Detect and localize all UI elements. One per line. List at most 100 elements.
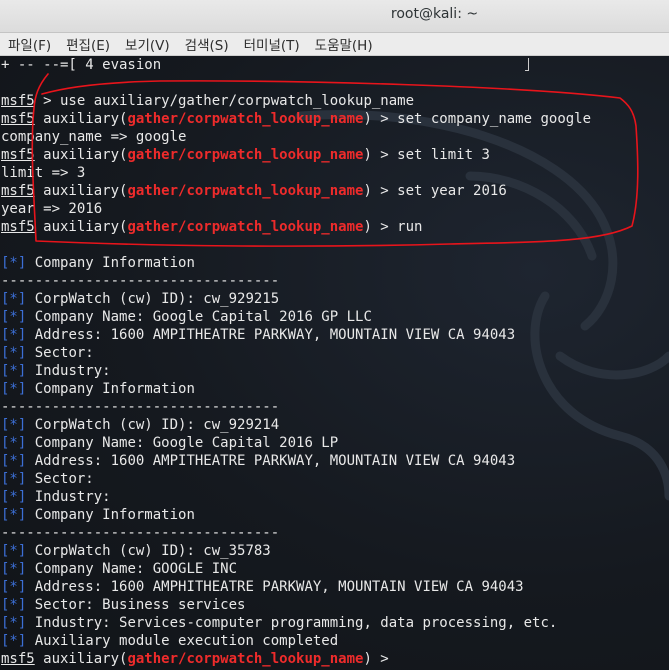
terminal-line: msf5 > use auxiliary/gather/corpwatch_lo…: [1, 92, 591, 110]
terminal-line: [*] Sector:: [1, 470, 591, 488]
status-marker: [*]: [1, 633, 27, 649]
module-name: gather/corpwatch_lookup_name: [127, 651, 364, 667]
line-text: CorpWatch (cw) ID): cw_929214: [26, 417, 280, 433]
terminal-line: msf5 auxiliary(gather/corpwatch_lookup_n…: [1, 218, 591, 236]
terminal-line: [*] Company Name: Google Capital 2016 GP…: [1, 308, 591, 326]
line-text: Industry: Services-computer programming,…: [26, 615, 558, 631]
terminal-line: [*] Address: 1600 AMPITHEATRE PARKWAY, M…: [1, 326, 591, 344]
module-name: gather/corpwatch_lookup_name: [127, 111, 364, 127]
line-text: ) > set limit 3: [363, 147, 490, 163]
line-text: ) >: [363, 651, 398, 667]
status-marker: [*]: [1, 507, 27, 523]
prompt-label: msf5: [1, 651, 35, 667]
terminal-output[interactable]: + -- --=[ 4 evasion msf5 > use auxiliary/…: [0, 56, 669, 670]
terminal-line: [*] Company Name: GOOGLE INC: [1, 560, 591, 578]
module-name: gather/corpwatch_lookup_name: [127, 147, 364, 163]
terminal-line: [*] CorpWatch (cw) ID): cw_929215: [1, 290, 591, 308]
menu-help[interactable]: 도움말(H): [307, 34, 380, 54]
prompt-label: msf5: [1, 183, 35, 199]
prompt-label: msf5: [1, 147, 35, 163]
terminal-line: [*] Sector:: [1, 344, 591, 362]
terminal-line: [*] Industry: Services-computer programm…: [1, 614, 591, 632]
terminal-line: [*] Company Name: Google Capital 2016 LP: [1, 434, 591, 452]
line-text: Industry:: [26, 363, 111, 379]
line-text: ---------------------------------: [1, 525, 280, 541]
line-text: auxiliary(: [34, 651, 128, 667]
terminal-line: [*] Address: 1600 AMPHITHEATRE PARKWAY, …: [1, 578, 591, 596]
line-text: company_name => google: [1, 129, 187, 145]
terminal-line: msf5 auxiliary(gather/corpwatch_lookup_n…: [1, 110, 591, 128]
line-text: + -- --=[ 4 evasion: [1, 57, 162, 73]
line-text: Address: 1600 AMPITHEATRE PARKWAY, MOUNT…: [26, 327, 516, 343]
terminal-line: [*] Company Information: [1, 254, 591, 272]
menu-view[interactable]: 보기(V): [117, 34, 177, 54]
line-text: Industry:: [26, 489, 111, 505]
status-marker: [*]: [1, 291, 27, 307]
status-marker: [*]: [1, 615, 27, 631]
terminal-line: msf5 auxiliary(gather/corpwatch_lookup_n…: [1, 650, 591, 668]
menu-edit[interactable]: 편집(E): [58, 34, 117, 54]
status-marker: [*]: [1, 309, 27, 325]
line-text: auxiliary(: [34, 111, 128, 127]
line-text: auxiliary(: [34, 147, 128, 163]
status-marker: [*]: [1, 381, 27, 397]
line-text: Company Information: [26, 507, 195, 523]
terminal-line: year => 2016: [1, 200, 591, 218]
menu-terminal[interactable]: 터미널(T): [236, 34, 307, 54]
line-text: ) > set company_name google: [363, 111, 592, 127]
terminal-line: [*] Auxiliary module execution completed: [1, 632, 591, 650]
status-marker: [*]: [1, 363, 27, 379]
terminal-line: [*] Sector: Business services: [1, 596, 591, 614]
status-marker: [*]: [1, 561, 27, 577]
terminal-line: msf5 auxiliary(gather/corpwatch_lookup_n…: [1, 182, 591, 200]
status-marker: [*]: [1, 471, 27, 487]
text-cursor: [525, 58, 529, 71]
status-marker: [*]: [1, 453, 27, 469]
line-text: Sector:: [26, 471, 94, 487]
menu-search[interactable]: 검색(S): [177, 34, 236, 54]
status-marker: [*]: [1, 417, 27, 433]
terminal-line: company_name => google: [1, 128, 591, 146]
line-text: ) > run: [363, 219, 423, 235]
terminal-line: [*] Industry:: [1, 362, 591, 380]
line-text: > use auxiliary/gather/corpwatch_lookup_…: [34, 93, 415, 109]
status-marker: [*]: [1, 435, 27, 451]
terminal-line: [*] CorpWatch (cw) ID): cw_929214: [1, 416, 591, 434]
menu-bar: 파일(F) 편집(E) 보기(V) 검색(S) 터미널(T) 도움말(H): [0, 33, 669, 56]
terminal-line: ---------------------------------: [1, 524, 591, 542]
line-text: year => 2016: [1, 201, 103, 217]
status-marker: [*]: [1, 327, 27, 343]
status-marker: [*]: [1, 345, 27, 361]
prompt-label: msf5: [1, 219, 35, 235]
prompt-label: msf5: [1, 93, 35, 109]
terminal-line: [*] Industry:: [1, 488, 591, 506]
status-marker: [*]: [1, 489, 27, 505]
line-text: Company Information: [26, 381, 195, 397]
line-text: Company Name: Google Capital 2016 GP LLC: [26, 309, 372, 325]
line-text: Auxiliary module execution completed: [26, 633, 339, 649]
terminal-line: ---------------------------------: [1, 398, 591, 416]
window-title: root@kali: ~: [390, 6, 479, 22]
line-text: ---------------------------------: [1, 273, 280, 289]
module-name: gather/corpwatch_lookup_name: [127, 183, 364, 199]
line-text: Company Name: Google Capital 2016 LP: [26, 435, 339, 451]
line-text: Address: 1600 AMPITHEATRE PARKWAY, MOUNT…: [26, 453, 516, 469]
status-marker: [*]: [1, 255, 27, 271]
terminal-line: [*] CorpWatch (cw) ID): cw_35783: [1, 542, 591, 560]
terminal-line: [*] Company Information: [1, 506, 591, 524]
terminal-line: [*] Address: 1600 AMPITHEATRE PARKWAY, M…: [1, 452, 591, 470]
line-text: CorpWatch (cw) ID): cw_929215: [26, 291, 280, 307]
terminal-line: ---------------------------------: [1, 272, 591, 290]
window-titlebar[interactable]: root@kali: ~: [0, 0, 669, 33]
status-marker: [*]: [1, 597, 27, 613]
status-marker: [*]: [1, 543, 27, 559]
line-text: ---------------------------------: [1, 399, 280, 415]
line-text: Company Name: GOOGLE INC: [26, 561, 238, 577]
terminal-line: msf5 auxiliary(gather/corpwatch_lookup_n…: [1, 146, 591, 164]
terminal-lines: + -- --=[ 4 evasion msf5 > use auxiliary/…: [1, 56, 591, 668]
line-text: auxiliary(: [34, 219, 128, 235]
menu-file[interactable]: 파일(F): [0, 34, 58, 54]
line-text: limit => 3: [1, 165, 86, 181]
line-text: auxiliary(: [34, 183, 128, 199]
